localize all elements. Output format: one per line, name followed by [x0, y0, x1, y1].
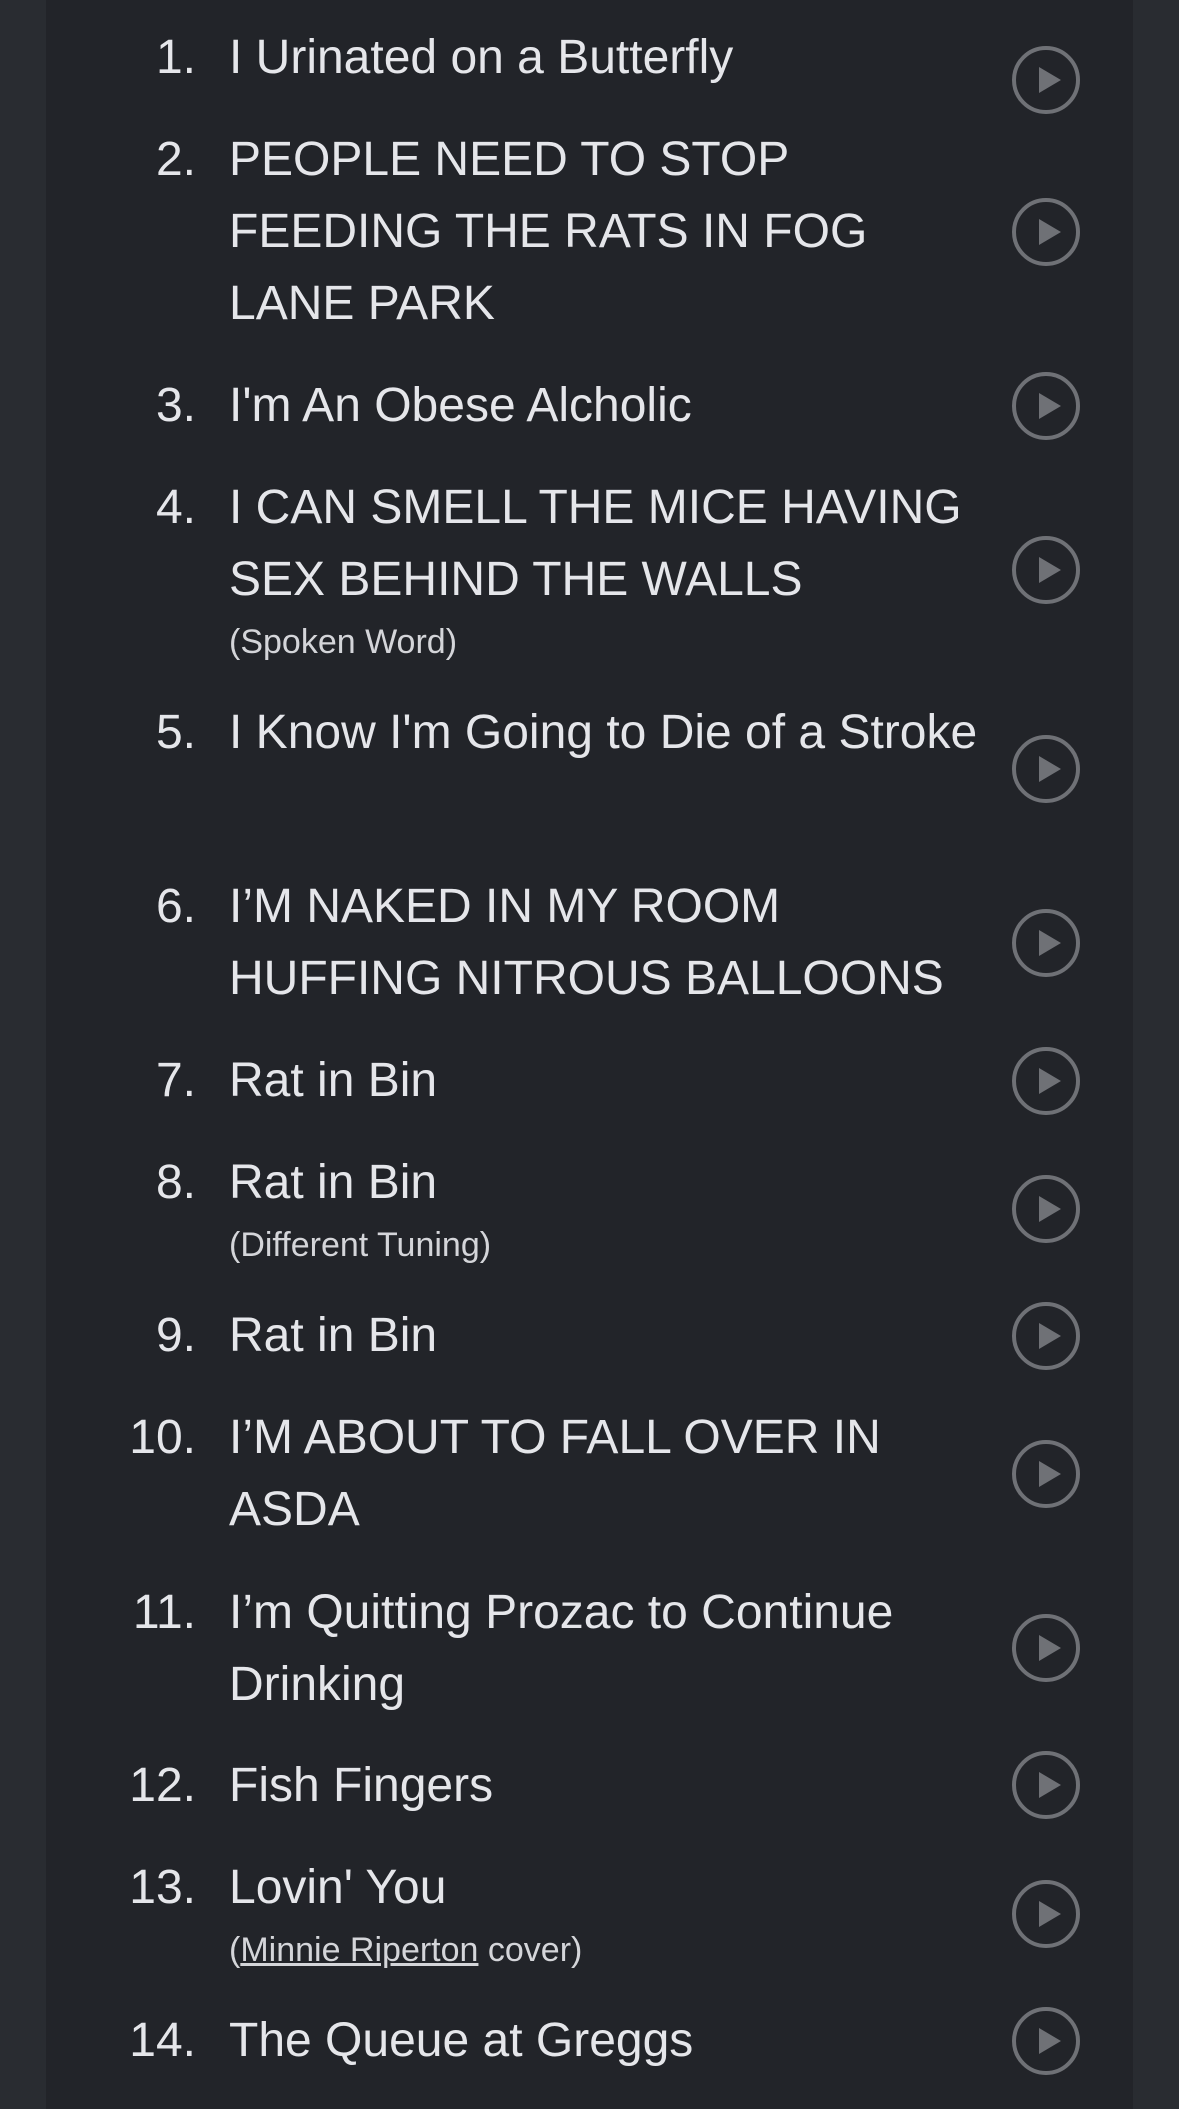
play-button[interactable]: [1012, 909, 1080, 977]
artist-link[interactable]: Minnie Riperton: [240, 1931, 478, 1969]
track-title: I Know I'm Going to Die of a Stroke: [229, 706, 978, 759]
play-button[interactable]: [1012, 1614, 1080, 1682]
play-icon: [1039, 557, 1061, 583]
track-title: I’m Quitting Prozac to Continue Drinking: [229, 1586, 894, 1711]
play-button[interactable]: [1012, 1880, 1080, 1948]
play-icon: [1039, 1461, 1061, 1487]
track-title: Rat in Bin: [229, 1309, 438, 1362]
track-info: Lovin' You (Minnie Riperton cover): [229, 1852, 989, 1972]
track-info: I Urinated on a Butterfly: [229, 22, 989, 94]
play-icon: [1039, 67, 1061, 93]
play-icon: [1039, 1901, 1061, 1927]
track-number: 6.: [155, 880, 196, 933]
play-button[interactable]: [1012, 46, 1080, 114]
track-number: 8.: [155, 1156, 196, 1209]
play-icon: [1039, 756, 1061, 782]
play-button[interactable]: [1012, 1440, 1080, 1508]
track-note: (Different Tuning): [229, 1226, 492, 1264]
play-button[interactable]: [1012, 198, 1080, 266]
play-icon: [1039, 219, 1061, 245]
track-info: Fish Fingers: [229, 1750, 989, 1822]
track-number: 2.: [155, 133, 196, 186]
track-info: I CAN SMELL THE MICE HAVING SEX BEHIND T…: [229, 472, 989, 664]
track-info: Rat in Bin (Different Tuning): [229, 1147, 989, 1267]
play-icon: [1039, 930, 1061, 956]
play-button[interactable]: [1012, 1302, 1080, 1370]
note-suffix: cover): [478, 1931, 583, 1969]
track-note: (Spoken Word): [229, 623, 458, 661]
play-button[interactable]: [1012, 735, 1080, 803]
track-info: I’M ABOUT TO FALL OVER IN ASDA: [229, 1402, 989, 1546]
track-title: I’M NAKED IN MY ROOM HUFFING NITROUS BAL…: [229, 880, 944, 1005]
play-button[interactable]: [1012, 1047, 1080, 1115]
track-number: 10.: [129, 1411, 196, 1464]
track-info: Rat in Bin: [229, 1300, 989, 1372]
play-button[interactable]: [1012, 372, 1080, 440]
play-icon: [1039, 1323, 1061, 1349]
track-info: The Queue at Greggs: [229, 2005, 989, 2077]
track-title: Rat in Bin: [229, 1054, 438, 1107]
track-title: PEOPLE NEED TO STOP FEEDING THE RATS IN …: [229, 133, 868, 330]
play-icon: [1039, 393, 1061, 419]
track-number: 14.: [129, 2014, 196, 2067]
track-number: 9.: [155, 1309, 196, 1362]
play-button[interactable]: [1012, 2007, 1080, 2075]
play-icon: [1039, 1772, 1061, 1798]
play-icon: [1039, 1635, 1061, 1661]
track-number: 12.: [129, 1759, 196, 1812]
track-info: I’M NAKED IN MY ROOM HUFFING NITROUS BAL…: [229, 871, 989, 1015]
track-number: 5.: [155, 706, 196, 759]
track-info: I'm An Obese Alcholic: [229, 370, 989, 442]
track-number: 1.: [155, 31, 196, 84]
play-icon: [1039, 1196, 1061, 1222]
track-note: (Minnie Riperton cover): [229, 1928, 989, 1972]
track-number: 3.: [155, 379, 196, 432]
track-info: PEOPLE NEED TO STOP FEEDING THE RATS IN …: [229, 124, 989, 340]
track-title: The Queue at Greggs: [229, 2014, 694, 2067]
track-info: I Know I'm Going to Die of a Stroke: [229, 697, 989, 769]
play-button[interactable]: [1012, 536, 1080, 604]
play-icon: [1039, 1068, 1061, 1094]
play-button[interactable]: [1012, 1751, 1080, 1819]
note-prefix: (: [229, 1931, 241, 1969]
track-title: Lovin' You: [229, 1861, 447, 1914]
track-title: I CAN SMELL THE MICE HAVING SEX BEHIND T…: [229, 481, 962, 606]
track-info: Rat in Bin: [229, 1045, 989, 1117]
track-number: 13.: [129, 1861, 196, 1914]
track-number: 4.: [155, 481, 196, 534]
track-title: I'm An Obese Alcholic: [229, 379, 692, 432]
track-number: 11.: [132, 1586, 196, 1639]
track-title: Fish Fingers: [229, 1759, 494, 1812]
track-title: Rat in Bin: [229, 1156, 438, 1209]
track-number: 7.: [155, 1054, 196, 1107]
track-title: I Urinated on a Butterfly: [229, 31, 734, 84]
play-icon: [1039, 2028, 1061, 2054]
play-button[interactable]: [1012, 1175, 1080, 1243]
track-info: I’m Quitting Prozac to Continue Drinking: [229, 1577, 989, 1721]
track-title: I’M ABOUT TO FALL OVER IN ASDA: [229, 1411, 881, 1536]
